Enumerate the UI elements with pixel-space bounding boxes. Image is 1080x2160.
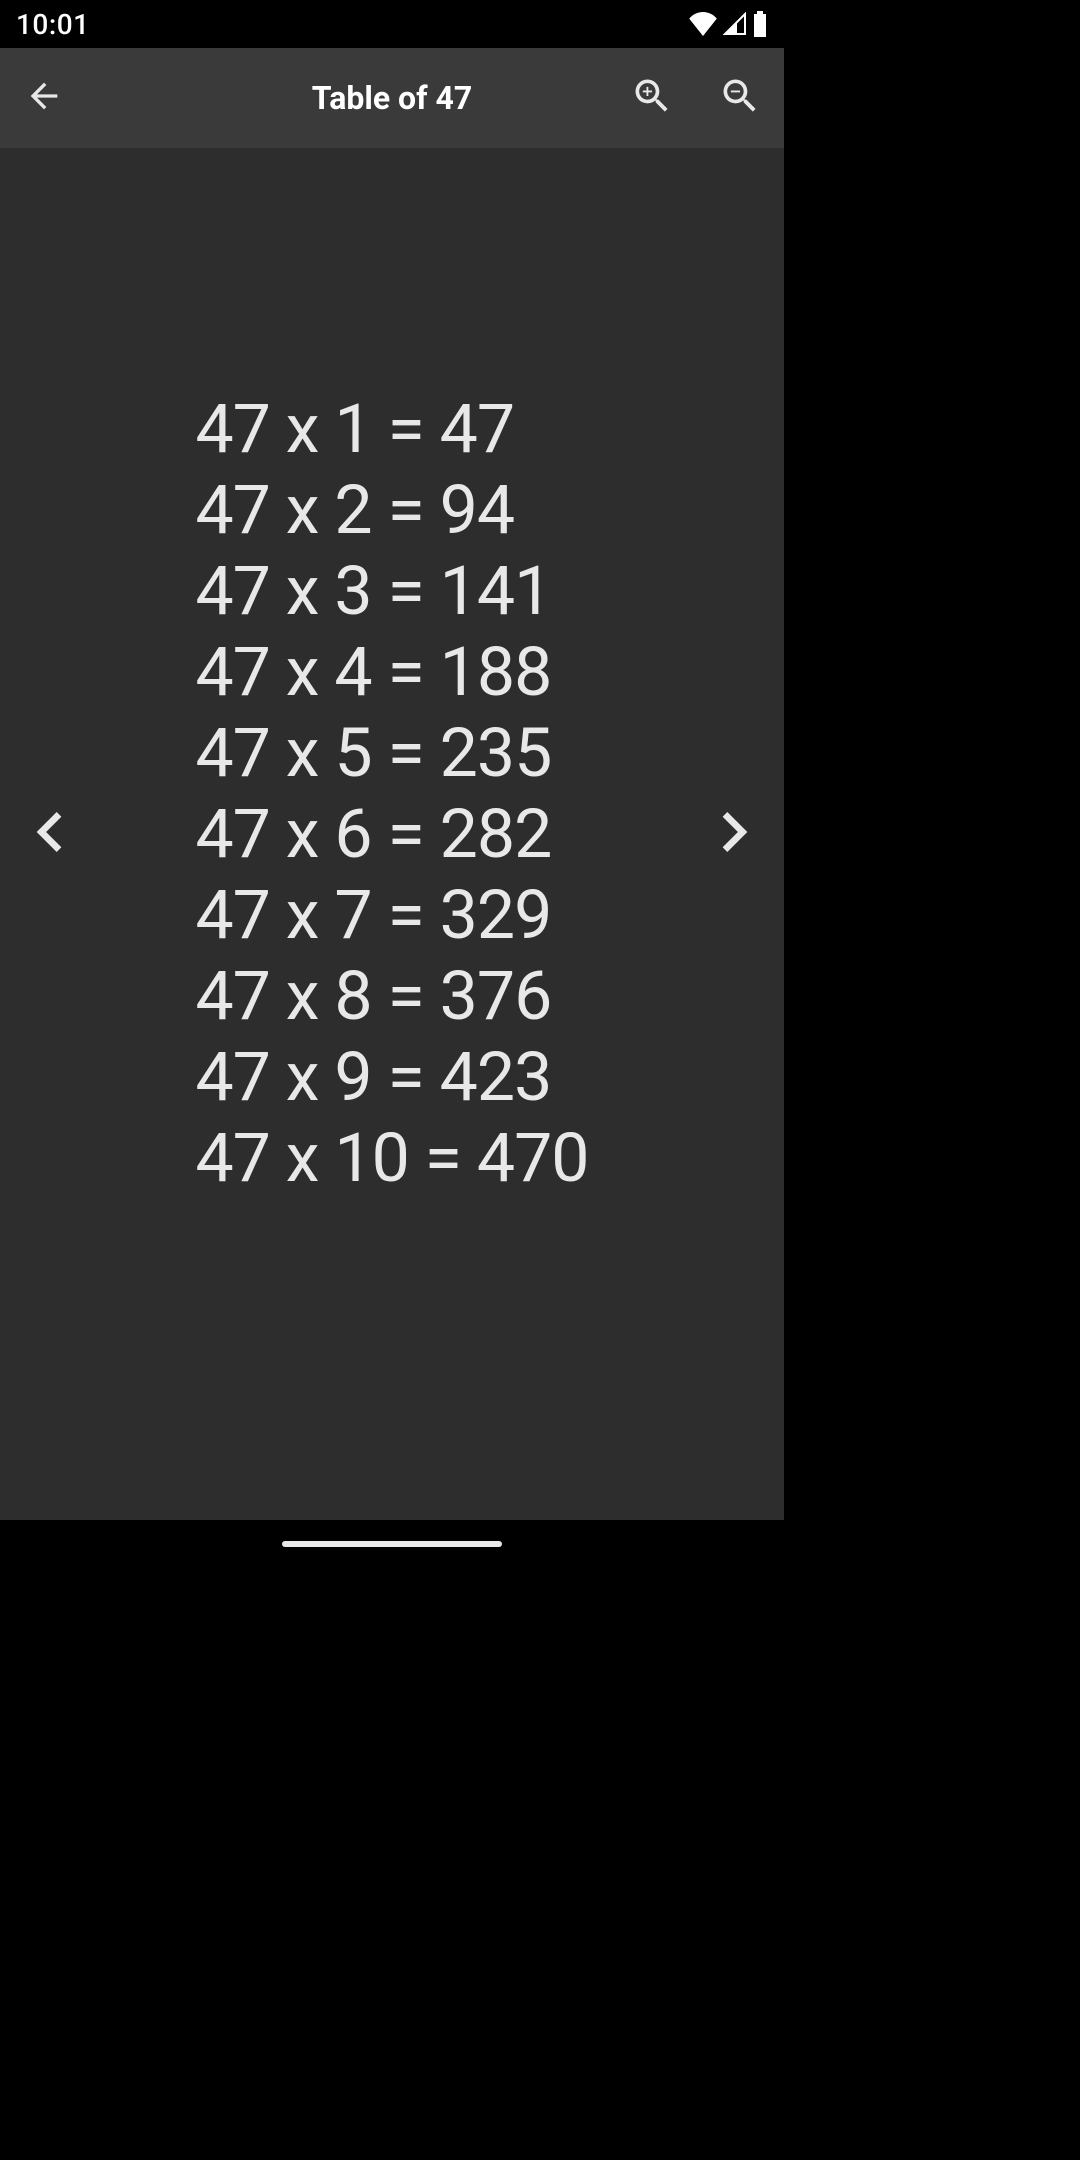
chevron-left-icon (10, 792, 90, 876)
status-bar: 10:01 (0, 0, 784, 48)
table-row: 47 x 8 = 376 (195, 956, 551, 1037)
table-area: 47 x 1 = 47 47 x 2 = 94 47 x 3 = 141 47 … (100, 429, 684, 1239)
table-row: 47 x 2 = 94 (195, 470, 514, 551)
zoom-in-icon (630, 74, 674, 122)
status-indicators (688, 11, 768, 37)
app-bar: Table of 47 (0, 48, 784, 148)
chevron-right-icon (694, 792, 774, 876)
battery-icon (752, 11, 768, 37)
table-row: 47 x 3 = 141 (195, 551, 551, 632)
next-button[interactable] (684, 792, 784, 876)
cell-signal-icon (722, 12, 748, 36)
system-nav-bar (0, 1520, 784, 1568)
zoom-out-icon (718, 74, 762, 122)
table-row: 47 x 10 = 470 (195, 1118, 588, 1199)
table-row: 47 x 9 = 423 (195, 1037, 551, 1118)
screen: 10:01 Table of 47 (0, 0, 784, 1568)
status-time: 10:01 (16, 8, 90, 41)
table-row: 47 x 4 = 188 (195, 632, 551, 713)
table-row: 47 x 7 = 329 (195, 875, 551, 956)
table-row: 47 x 1 = 47 (195, 389, 514, 470)
prev-button[interactable] (0, 792, 100, 876)
wifi-icon (688, 12, 718, 36)
back-button[interactable] (0, 48, 88, 148)
table-row: 47 x 6 = 282 (195, 794, 551, 875)
zoom-out-button[interactable] (696, 48, 784, 148)
multiplication-table: 47 x 1 = 47 47 x 2 = 94 47 x 3 = 141 47 … (195, 389, 588, 1199)
content-area: 47 x 1 = 47 47 x 2 = 94 47 x 3 = 141 47 … (0, 148, 784, 1520)
table-row: 47 x 5 = 235 (195, 713, 551, 794)
home-indicator[interactable] (282, 1541, 502, 1547)
page-title: Table of 47 (312, 79, 473, 117)
arrow-back-icon (24, 76, 64, 120)
app-bar-actions (608, 48, 784, 148)
zoom-in-button[interactable] (608, 48, 696, 148)
